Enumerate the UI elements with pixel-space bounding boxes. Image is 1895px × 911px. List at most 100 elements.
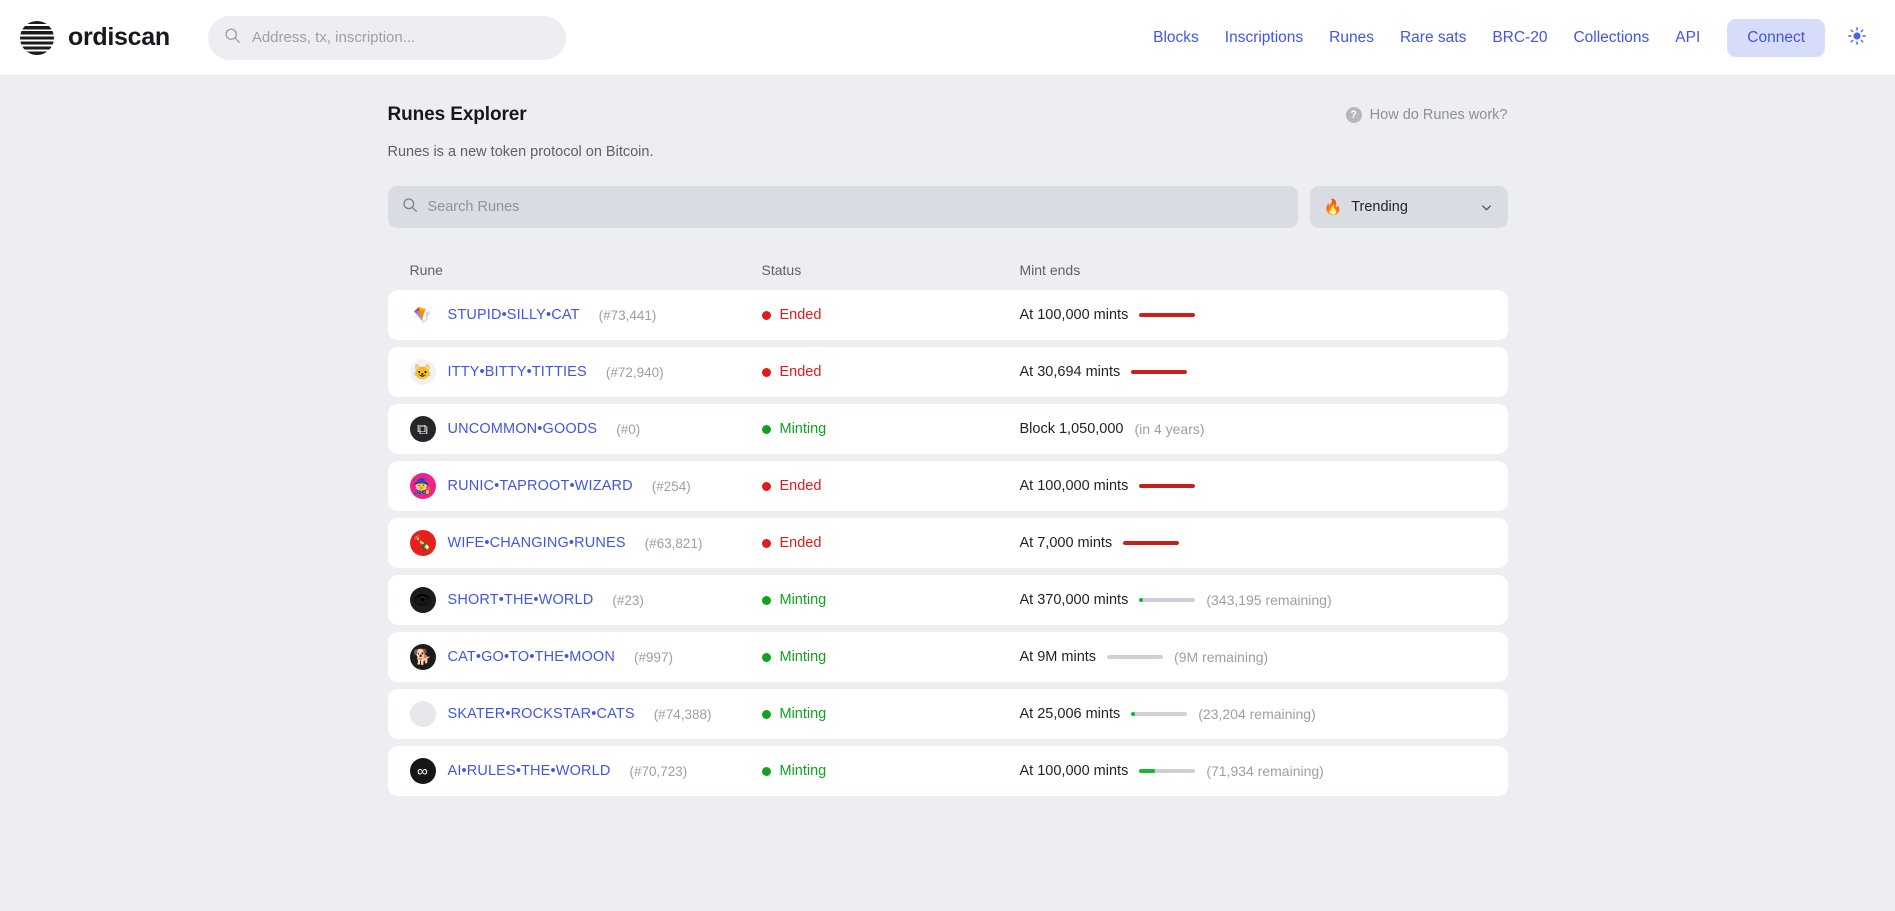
global-search-box[interactable]	[207, 15, 566, 60]
rune-avatar: 👁	[409, 587, 436, 613]
rune-number: (#72,940)	[605, 364, 664, 380]
theme-toggle-button[interactable]	[1841, 22, 1873, 54]
nav-item-api[interactable]: API	[1662, 21, 1713, 55]
page-header-row: Runes Explorer ? How do Runes work?	[388, 104, 1508, 126]
rune-number: (#23)	[612, 592, 644, 608]
rune-name-link[interactable]: WIFE•CHANGING•RUNES	[448, 535, 626, 551]
mint-ends-label: At 100,000 mints	[1019, 478, 1129, 494]
mint-ends-cell: At 30,694 mints	[1020, 364, 1486, 380]
rune-cell: 🐕 CAT•GO•TO•THE•MOON (#997)	[409, 644, 762, 670]
rune-name-link[interactable]: CAT•GO•TO•THE•MOON	[448, 649, 615, 665]
table-row[interactable]: 🪁 STUPID•SILLY•CAT (#73,441) Ended At 100,00…	[387, 290, 1508, 340]
sort-dropdown[interactable]: 🔥 Trending	[1309, 186, 1508, 228]
rune-name-link[interactable]: UNCOMMON•GOODS	[448, 421, 598, 437]
main-navigation: Blocks Inscriptions Runes Rare sats BRC-…	[1140, 18, 1873, 57]
brand-logo[interactable]: ordiscan	[20, 20, 170, 55]
status-label: Ended	[779, 364, 822, 380]
rune-cell: 😺 ITTY•BITTY•TITTIES (#72,940)	[409, 359, 762, 385]
mint-ends-cell: At 25,006 mints (23,204 remaining)	[1020, 706, 1486, 722]
nav-item-collections[interactable]: Collections	[1560, 21, 1662, 55]
mint-progress-fill	[1131, 712, 1136, 716]
status-dot-icon	[761, 709, 771, 719]
status-cell: Minting	[761, 763, 1020, 779]
nav-item-rare-sats[interactable]: Rare sats	[1387, 21, 1479, 55]
mint-ends-label: At 370,000 mints	[1019, 592, 1129, 608]
rune-search-box[interactable]	[387, 186, 1298, 228]
ordiscan-logo-icon	[20, 20, 54, 55]
sun-icon	[1847, 26, 1867, 49]
filter-controls: 🔥 Trending	[387, 186, 1508, 228]
rune-name-link[interactable]: SHORT•THE•WORLD	[448, 592, 594, 608]
mint-ends-label: At 30,694 mints	[1019, 364, 1121, 380]
status-dot-icon	[761, 367, 771, 377]
status-dot-icon	[761, 538, 771, 548]
content-container: Runes Explorer ? How do Runes work? Rune…	[387, 76, 1508, 796]
mint-progress-bar	[1131, 712, 1188, 716]
status-label: Minting	[779, 706, 827, 722]
nav-item-runes[interactable]: Runes	[1316, 21, 1387, 55]
status-dot-icon	[761, 595, 771, 605]
table-row[interactable]: 🧙 RUNIC•TAPROOT•WIZARD (#254) Ended At 100,0…	[387, 461, 1508, 511]
mint-ends-label: Block 1,050,000	[1019, 421, 1124, 437]
status-cell: Ended	[761, 307, 1020, 323]
mint-progress-bar	[1123, 541, 1180, 545]
mint-ends-cell: At 9M mints (9M remaining)	[1020, 649, 1486, 665]
rune-name-link[interactable]: ITTY•BITTY•TITTIES	[448, 364, 587, 380]
status-label: Ended	[779, 535, 822, 551]
table-header-row: Rune Status Mint ends	[388, 262, 1508, 278]
mint-progress-bar	[1139, 769, 1196, 773]
mint-progress-fill	[1131, 370, 1188, 374]
mint-progress-fill	[1139, 313, 1196, 317]
rune-number: (#63,821)	[644, 535, 703, 551]
connect-wallet-button[interactable]: Connect	[1727, 18, 1825, 57]
rune-avatar: ∞	[409, 758, 436, 784]
rune-search-input[interactable]	[427, 199, 1284, 215]
status-label: Minting	[779, 763, 827, 779]
table-row[interactable]: 😺 ITTY•BITTY•TITTIES (#72,940) Ended At 30,6…	[387, 347, 1508, 397]
search-icon	[402, 197, 418, 218]
table-row[interactable]: 🍾 WIFE•CHANGING•RUNES (#63,821) Ended At 7,0…	[387, 518, 1508, 568]
table-row[interactable]: ∞ AI•RULES•THE•WORLD (#70,723) Minting At 10…	[387, 746, 1508, 796]
rune-name-link[interactable]: AI•RULES•THE•WORLD	[448, 763, 611, 779]
table-row[interactable]: 🐕 CAT•GO•TO•THE•MOON (#997) Minting At 9M mi…	[387, 632, 1508, 682]
status-dot-icon	[761, 310, 771, 320]
status-cell: Ended	[761, 535, 1020, 551]
mint-progress-fill	[1139, 484, 1196, 488]
global-search-input[interactable]	[251, 29, 550, 46]
rune-avatar: 🪁	[409, 302, 436, 328]
rune-name-link[interactable]: RUNIC•TAPROOT•WIZARD	[448, 478, 633, 494]
status-cell: Minting	[761, 706, 1020, 722]
status-label: Ended	[779, 307, 822, 323]
rune-number: (#0)	[616, 421, 641, 437]
mint-ends-label: At 100,000 mints	[1019, 763, 1129, 779]
rune-name-link[interactable]: STUPID•SILLY•CAT	[448, 307, 580, 323]
nav-item-brc-20[interactable]: BRC-20	[1479, 21, 1560, 55]
mint-remaining-label: (23,204 remaining)	[1198, 706, 1316, 722]
mint-progress-bar	[1107, 655, 1164, 659]
rune-name-link[interactable]: SKATER•ROCKSTAR•CATS	[448, 706, 635, 722]
rune-cell: ∞ AI•RULES•THE•WORLD (#70,723)	[409, 758, 762, 784]
status-label: Minting	[779, 421, 827, 437]
mint-ends-label: At 9M mints	[1019, 649, 1097, 665]
mint-ends-cell: Block 1,050,000 (in 4 years)	[1020, 421, 1486, 437]
page-subtitle: Runes is a new token protocol on Bitcoin…	[387, 144, 654, 160]
table-row[interactable]: SKATER•ROCKSTAR•CATS (#74,388) Minting At 2…	[387, 689, 1508, 739]
mint-ends-label: At 7,000 mints	[1019, 535, 1113, 551]
nav-item-blocks[interactable]: Blocks	[1140, 21, 1212, 55]
sort-dropdown-value: Trending	[1351, 199, 1408, 215]
how-runes-work-link[interactable]: ? How do Runes work?	[1345, 107, 1508, 123]
table-row[interactable]: 👁 SHORT•THE•WORLD (#23) Minting At 370,000 m…	[387, 575, 1508, 625]
fire-icon: 🔥	[1323, 198, 1343, 216]
mint-progress-fill	[1123, 541, 1180, 545]
nav-item-inscriptions[interactable]: Inscriptions	[1212, 21, 1316, 55]
status-dot-icon	[761, 766, 771, 776]
rune-cell: 🍾 WIFE•CHANGING•RUNES (#63,821)	[409, 530, 762, 556]
question-mark-icon: ?	[1345, 107, 1362, 123]
chevron-down-icon	[1479, 200, 1494, 215]
mint-remaining-label: (343,195 remaining)	[1206, 592, 1332, 608]
status-cell: Minting	[761, 421, 1020, 437]
table-row[interactable]: ⧉ UNCOMMON•GOODS (#0) Minting Block 1,050,00…	[387, 404, 1508, 454]
page-body: Runes Explorer ? How do Runes work? Rune…	[0, 76, 1895, 796]
rune-cell: ⧉ UNCOMMON•GOODS (#0)	[409, 416, 762, 442]
mint-remaining-label: (in 4 years)	[1134, 421, 1205, 437]
